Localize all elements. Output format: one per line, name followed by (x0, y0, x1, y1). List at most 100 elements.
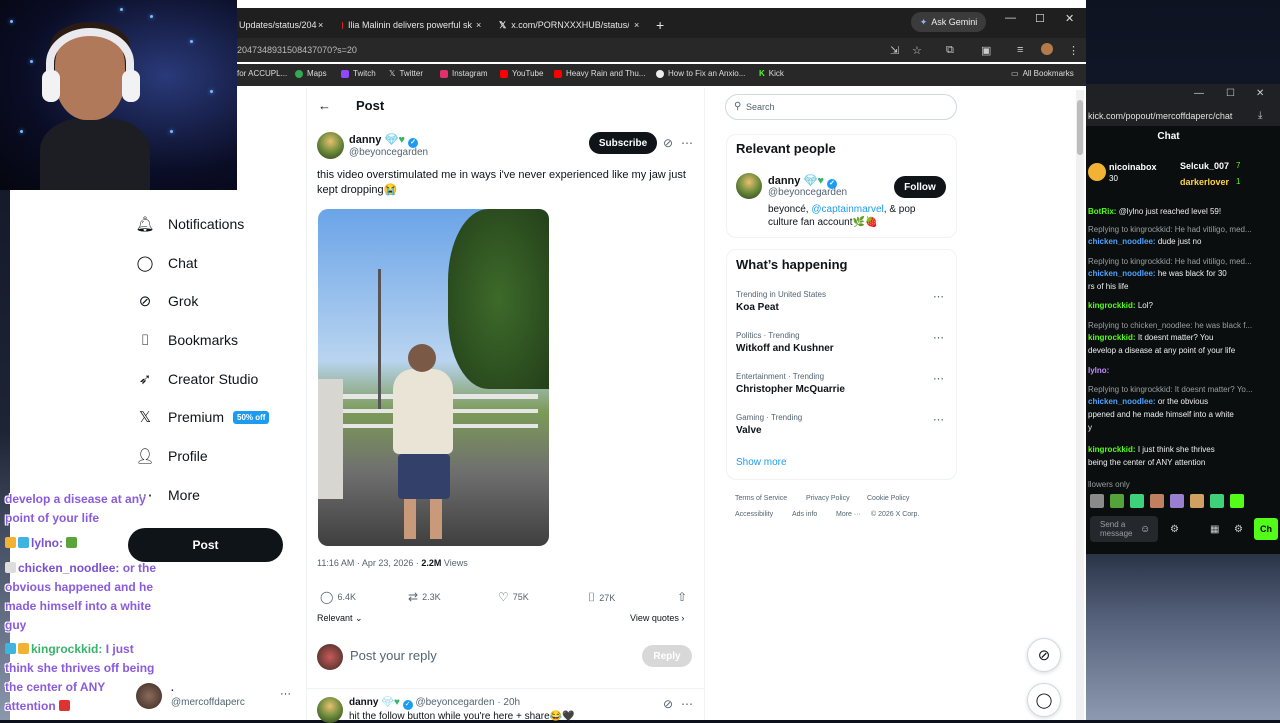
author-handle[interactable]: @beyoncegarden (349, 147, 428, 158)
scrollbar-thumb[interactable] (1077, 100, 1083, 155)
emote-icon[interactable] (1190, 494, 1204, 508)
minimize-icon[interactable]: — (1194, 88, 1204, 99)
search-input[interactable]: ⚲ Search (725, 94, 957, 120)
maximize-icon[interactable]: ☐ (1035, 12, 1045, 25)
close-icon[interactable]: × (634, 14, 639, 36)
repost-action[interactable]: ⇄ 2.3K (408, 590, 441, 604)
more-options-icon[interactable]: ⋯ (933, 290, 944, 303)
emote-icon[interactable] (1130, 494, 1144, 508)
view-quotes-link[interactable]: View quotes › (630, 613, 684, 623)
close-window-icon[interactable]: ✕ (1065, 12, 1074, 25)
nav-notifications[interactable]: 🔔︎ Notifications (135, 215, 244, 233)
more-options-icon[interactable]: ⋯ (933, 331, 944, 344)
close-icon[interactable]: × (476, 14, 481, 36)
close-window-icon[interactable]: ✕ (1256, 88, 1264, 99)
bookmark-item[interactable]: Twitch (341, 69, 376, 78)
footer-link[interactable]: More ··· (836, 511, 861, 518)
follow-button[interactable]: Follow (894, 176, 946, 198)
reply-button[interactable]: Reply (642, 645, 692, 667)
bookmark-item[interactable]: 𝕏 Twitter (389, 69, 423, 78)
sort-replies-dropdown[interactable]: Relevant ⌄ (317, 613, 363, 624)
bookmark-item[interactable]: YouTube (500, 69, 543, 78)
media-icon[interactable]: ≡ (1017, 44, 1023, 56)
back-arrow-icon[interactable]: ← (318, 98, 331, 113)
download-icon[interactable]: ⤓ (1258, 110, 1262, 121)
sidepanel-icon[interactable]: ▣ (981, 44, 991, 57)
nav-bookmarks[interactable]: ⌷ Bookmarks (136, 331, 238, 349)
bookmark-item[interactable]: Heavy Rain and Thu... (554, 69, 645, 78)
post-button[interactable]: Post (128, 528, 283, 562)
footer-link[interactable]: Ads info (792, 511, 817, 518)
bookmark-item[interactable]: for ACCUPL... (237, 69, 287, 78)
author-name[interactable]: danny 💎︎♥ ✓ (349, 133, 419, 148)
more-options-icon[interactable]: ⋯ (681, 697, 693, 711)
account-avatar[interactable] (136, 683, 162, 709)
emote-icon[interactable] (1150, 494, 1164, 508)
bookmark-action[interactable]: ⌷ 27K (588, 590, 615, 605)
trend-item[interactable]: Valve (736, 425, 762, 436)
trend-item[interactable]: Christopher McQuarrie (736, 384, 845, 395)
maximize-icon[interactable]: ☐ (1226, 88, 1235, 99)
all-bookmarks[interactable]: ▭ All Bookmarks (1011, 69, 1074, 78)
reply-input[interactable]: Post your reply (350, 648, 437, 663)
minimize-icon[interactable]: — (1005, 12, 1016, 24)
reply-author[interactable]: danny 💎︎♥ ✓ @beyoncegarden · 20h (349, 697, 520, 710)
like-action[interactable]: ♡ 75K (498, 590, 529, 604)
messages-fab-icon[interactable]: ◯ (1027, 683, 1061, 717)
bookmark-item[interactable]: How to Fix an Anxio... (656, 69, 745, 78)
trend-item[interactable]: Koa Peat (736, 302, 779, 313)
footer-link[interactable]: Terms of Service (735, 495, 787, 502)
emote-icon[interactable] (1210, 494, 1224, 508)
emote-icon[interactable] (1110, 494, 1124, 508)
person-handle[interactable]: @beyoncegarden (768, 187, 847, 198)
nav-premium[interactable]: 𝕏 Premium 50% off (136, 408, 270, 426)
footer-link[interactable]: Cookie Policy (867, 495, 909, 502)
more-options-icon[interactable]: ⋯ (681, 136, 693, 150)
reply-action[interactable]: ◯ 6.4K (320, 590, 356, 604)
new-tab-button[interactable]: + (656, 14, 664, 36)
emote-icon[interactable] (1170, 494, 1184, 508)
gear-icon[interactable]: ⚙ (1234, 524, 1243, 535)
menu-icon[interactable]: ⋮ (1068, 44, 1079, 57)
tab-x[interactable]: 𝕏x.com/PORNXXXHUB/status/20 (499, 14, 629, 36)
subscribe-button[interactable]: Subscribe (589, 132, 657, 154)
bookmark-item[interactable]: Instagram (440, 69, 488, 78)
nav-creator-studio[interactable]: ➶ Creator Studio (136, 370, 259, 388)
scrollbar[interactable] (1076, 90, 1084, 720)
nav-chat[interactable]: ◯ Chat (136, 254, 198, 272)
grok-icon[interactable]: ⊘ (663, 136, 673, 150)
chat-send-button[interactable]: Ch (1254, 518, 1278, 540)
share-action[interactable]: ⇧ (677, 590, 687, 604)
url-field[interactable]: 2047348931508437070?s=20 (237, 41, 837, 59)
ask-gemini-button[interactable]: ✦ Ask Gemini (911, 12, 986, 32)
bookmark-item[interactable]: K Kick (759, 69, 784, 78)
profile-avatar[interactable] (1041, 43, 1053, 55)
more-options-icon[interactable]: ⋯ (933, 413, 944, 426)
emoji-icon[interactable]: ☺ (1140, 524, 1150, 535)
close-icon[interactable]: × (318, 14, 323, 36)
emote-icon[interactable] (1090, 494, 1104, 508)
person-avatar[interactable] (736, 173, 762, 199)
more-options-icon[interactable]: ⋯ (933, 372, 944, 385)
trend-item[interactable]: Witkoff and Kushner (736, 343, 834, 354)
nav-profile[interactable]: 👤︎ Profile (135, 447, 207, 465)
store-icon[interactable]: ▦ (1210, 524, 1219, 535)
install-icon[interactable]: ⇲ (890, 44, 899, 57)
account-more-icon[interactable]: ··· (280, 688, 291, 700)
post-video[interactable] (318, 209, 549, 546)
show-more-link[interactable]: Show more (736, 457, 787, 468)
grok-icon[interactable]: ⊘ (663, 697, 673, 711)
grok-fab-icon[interactable]: ⊘ (1027, 638, 1061, 672)
kick-url[interactable]: kick.com/popout/mercoffdaperc/chat (1086, 106, 1280, 126)
settings-icon[interactable]: ⚙ (1170, 524, 1179, 535)
author-avatar[interactable] (317, 132, 344, 159)
extensions-icon[interactable]: ⧉ (946, 44, 954, 57)
emote-icon[interactable] (1230, 494, 1244, 508)
bookmark-item[interactable]: Maps (295, 69, 327, 78)
reply-author-avatar[interactable] (317, 697, 343, 723)
nav-grok[interactable]: ⊘ Grok (136, 292, 199, 310)
tab-ilia[interactable]: Ilia Malinin delivers powerful sk (342, 14, 472, 36)
star-icon[interactable]: ☆ (912, 44, 922, 57)
footer-link[interactable]: Privacy Policy (806, 495, 850, 502)
footer-link[interactable]: Accessibility (735, 511, 773, 518)
